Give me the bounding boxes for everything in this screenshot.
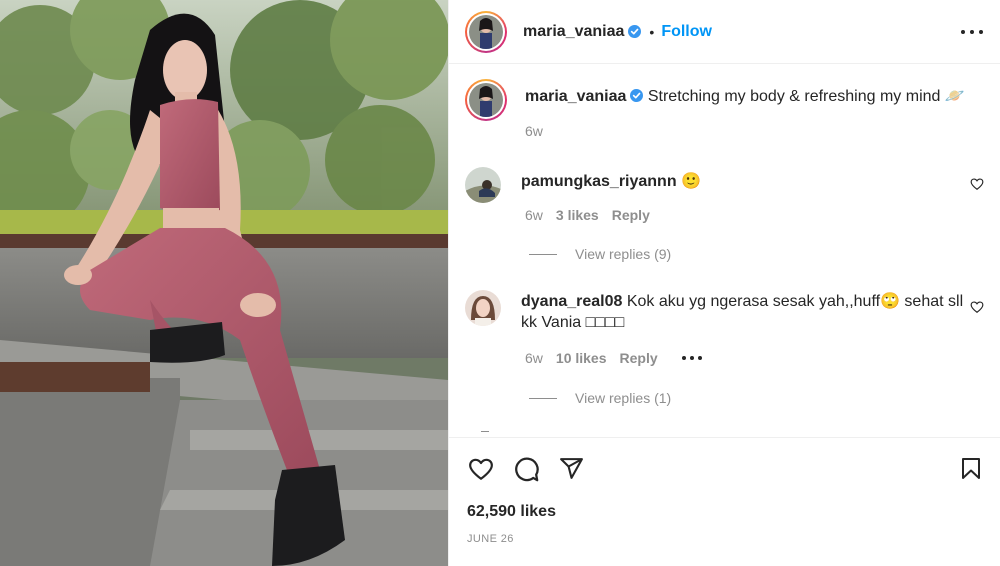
reply-button[interactable]: Reply (612, 207, 650, 223)
comments-list[interactable]: maria_vaniaa Stretching my body & refres… (449, 65, 1000, 437)
comment-options-icon[interactable] (681, 356, 702, 360)
comment-body: pamungkas_riyannn 🙂 (521, 171, 701, 203)
comment-text: Kok aku yg ngerasa sesak yah,,huff🙄 seha… (626, 293, 964, 310)
caption-avatar-frame (467, 81, 505, 119)
post-date[interactable]: JUNE 26 (467, 533, 514, 545)
more-dot (961, 30, 965, 34)
view-replies-line (529, 253, 557, 255)
reply-button[interactable]: Reply (620, 350, 658, 366)
comment-likes[interactable]: 10 likes (556, 350, 607, 366)
post-actions: 62,590 likes JUNE 26 (449, 437, 1000, 566)
caption-text: Stretching my body & refreshing my mind … (647, 88, 965, 105)
caption-username[interactable]: maria_vaniaa (525, 88, 626, 105)
post-side-panel: maria_vaniaa • Follow maria_vaniaa Stret… (448, 0, 1000, 566)
caption-avatar[interactable] (465, 79, 507, 121)
post-photo[interactable] (0, 0, 448, 566)
verified-badge-icon (628, 25, 642, 38)
comment-like-heart-icon[interactable] (970, 177, 984, 191)
more-options-icon[interactable] (961, 22, 983, 42)
comment-time[interactable]: 6w (525, 350, 543, 366)
caption-body: maria_vaniaa Stretching my body & refres… (525, 86, 965, 121)
comment-avatar[interactable] (465, 290, 501, 326)
caption-row: maria_vaniaa Stretching my body & refres… (465, 79, 965, 121)
post-photo-image (0, 0, 448, 566)
view-replies-button[interactable]: View replies (9) (529, 246, 671, 262)
comment-username[interactable]: dyana_real08 (521, 293, 622, 310)
comment-likes[interactable]: 3 likes (556, 207, 599, 223)
comment-body: dyana_real08 Kok aku yg ngerasa sesak ya… (521, 291, 963, 333)
view-replies-line (529, 397, 557, 399)
header-separator: • (649, 23, 655, 40)
author-username[interactable]: maria_vaniaa (523, 23, 624, 41)
comment-like-heart-icon[interactable] (970, 300, 984, 314)
next-comment-stub (481, 431, 489, 432)
more-dot (970, 30, 974, 34)
options-dot (697, 356, 702, 360)
caption-time[interactable]: 6w (525, 123, 543, 139)
comment-icon[interactable] (513, 456, 540, 483)
view-replies-button[interactable]: View replies (1) (529, 390, 671, 406)
options-dot (689, 356, 694, 360)
more-dot (979, 30, 983, 34)
view-replies-label: View replies (1) (575, 390, 672, 406)
view-replies-label: View replies (9) (575, 246, 672, 262)
comment-avatar[interactable] (465, 167, 501, 203)
author-avatar-image (469, 14, 503, 49)
instagram-post: maria_vaniaa • Follow maria_vaniaa Stret… (0, 0, 1000, 566)
comment-meta: 6w 10 likes Reply (525, 350, 702, 366)
caption-avatar-image (469, 83, 503, 117)
likes-count[interactable]: 62,590 likes (467, 503, 556, 521)
author-avatar[interactable] (465, 10, 507, 53)
bookmark-icon[interactable] (959, 456, 983, 482)
share-icon[interactable] (558, 456, 585, 481)
comment-username[interactable]: pamungkas_riyannn (521, 173, 677, 190)
options-dot (681, 356, 686, 360)
author-avatar-frame (467, 12, 505, 51)
comment-time[interactable]: 6w (525, 207, 543, 223)
comment-text-continued: kk Vania □□□□ (521, 314, 625, 331)
comment-row: dyana_real08 Kok aku yg ngerasa sesak ya… (465, 290, 963, 333)
verified-badge-icon (630, 89, 644, 102)
heart-icon[interactable] (467, 456, 495, 482)
comment-text: 🙂 (681, 173, 701, 190)
post-header: maria_vaniaa • Follow (449, 0, 1000, 64)
comment-row: pamungkas_riyannn 🙂 (465, 167, 701, 203)
comment-meta: 6w 3 likes Reply (525, 207, 650, 223)
follow-button[interactable]: Follow (661, 23, 712, 41)
